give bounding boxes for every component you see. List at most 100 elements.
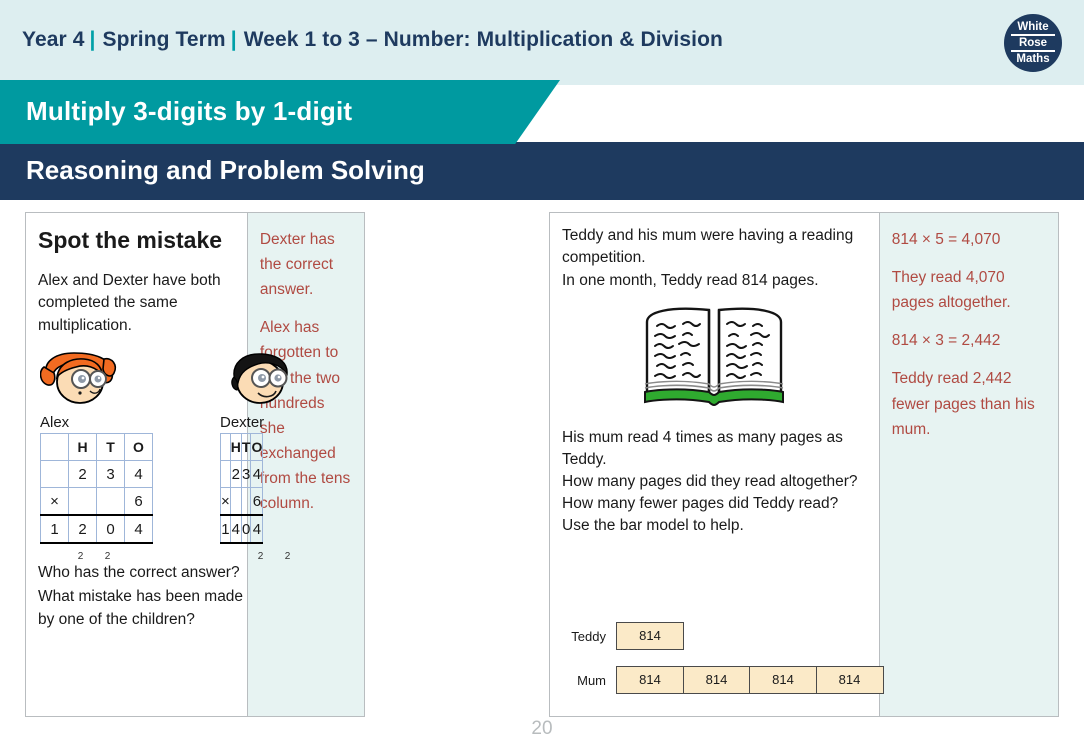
answer-2-paragraph: 814 × 3 = 2,442 <box>891 332 1001 350</box>
bar-label-teddy: Teddy <box>571 628 606 644</box>
header-tens: T <box>240 433 252 462</box>
question-1-title: Spot the mistake <box>38 227 223 253</box>
cell: × <box>40 487 69 516</box>
question-1-footer-line-2: What mistake has been made by one of the… <box>38 587 244 629</box>
breadcrumb-term: Spring Term <box>102 28 226 51</box>
character-name-dexter: Dexter <box>220 414 265 432</box>
cell: 4 <box>229 514 242 545</box>
question-answer-group-1: Spot the mistake Alex and Dexter have bo… <box>25 212 365 717</box>
answer-2-paragraph: Teddy read 2,442 fewer pages than his mu… <box>891 370 1035 438</box>
cell: 2 <box>68 460 97 489</box>
table-row-operator: × 6 <box>220 487 264 516</box>
cell: 2 <box>229 460 242 489</box>
section-title: Reasoning and Problem Solving <box>26 155 425 185</box>
logo-divider <box>1011 34 1055 36</box>
bar-row-teddy: Teddy 814 <box>562 622 882 650</box>
boy-face-glasses-icon <box>231 353 288 405</box>
calculations-area: H T O 2 3 4 × 6 1 2 0 4 2 2 H T O 2 3 4 … <box>38 433 290 573</box>
section-band: Reasoning and Problem Solving <box>0 142 1084 200</box>
carry-digit: 2 <box>257 551 264 563</box>
breadcrumb: Year 4 | Spring Term | Week 1 to 3 – Num… <box>22 28 723 52</box>
bar-model: Teddy 814 Mum 814 814 814 814 <box>562 622 884 694</box>
question-2-intro-1: Teddy and his mum were having a reading … <box>562 227 854 267</box>
bar-segment: 814 <box>749 666 817 694</box>
logo-line-1: White <box>1017 20 1049 33</box>
carry-digit: 2 <box>284 551 291 563</box>
question-1-footer: Who has the correct answer? What mistake… <box>38 561 247 632</box>
question-2-body-3: How many fewer pages did Teddy read? <box>562 495 839 513</box>
cell: 3 <box>240 460 252 489</box>
question-panel-2: Teddy and his mum were having a reading … <box>550 213 884 716</box>
table-row-answer: 1 2 0 4 <box>40 514 153 545</box>
topic-band: Multiply 3-digits by 1-digit <box>0 80 560 144</box>
header-blank <box>220 433 231 462</box>
bar-label-mum: Mum <box>577 672 606 688</box>
white-rose-maths-logo: White Rose Maths <box>1004 14 1062 72</box>
book-illustration <box>562 302 867 419</box>
logo-line-3: Maths <box>1016 52 1050 65</box>
header-hundreds: H <box>229 433 242 462</box>
answer-panel-1: Dexter has the correct answer. Alex has … <box>246 213 364 716</box>
cell: 1 <box>40 514 69 545</box>
bar-segment: 814 <box>682 666 751 694</box>
cell: 3 <box>96 460 125 489</box>
question-2-body-4: Use the bar model to help. <box>562 517 744 535</box>
answer-2-paragraph: 814 × 5 = 4,070 <box>891 231 1001 248</box>
calculation-table-dexter: H T O 2 3 4 × 6 1 4 0 4 <box>220 433 264 545</box>
table-row-number: 2 3 4 <box>220 460 264 489</box>
question-2-body-1: His mum read 4 times as many pages as Te… <box>562 429 843 469</box>
header-ones: O <box>250 433 264 462</box>
cell: 4 <box>124 460 153 489</box>
question-1-footer-line-1: Who has the correct answer? <box>38 564 240 581</box>
header-band: Year 4 | Spring Term | Week 1 to 3 – Num… <box>0 0 1084 85</box>
page-number: 20 <box>531 718 553 739</box>
cell: 6 <box>250 487 264 516</box>
breadcrumb-year: Year 4 <box>22 28 85 51</box>
calculation-table-alex: H T O 2 3 4 × 6 1 2 0 4 <box>40 433 153 545</box>
breadcrumb-separator-1: | <box>89 28 96 51</box>
table-row-answer: 1 4 0 4 <box>220 514 264 545</box>
answer-2-paragraph: They read 4,070 pages altogether. <box>891 269 1011 312</box>
cell: 0 <box>240 514 252 545</box>
table-row-header: H T O <box>40 433 153 462</box>
header-tens: T <box>96 433 125 462</box>
content-area: Spot the mistake Alex and Dexter have bo… <box>0 212 1084 717</box>
table-row-operator: × 6 <box>40 487 153 516</box>
cell <box>96 487 125 516</box>
answer-panel-2: 814 × 5 = 4,070 They read 4,070 pages al… <box>878 213 1058 716</box>
cell: 0 <box>96 514 125 545</box>
cell: 4 <box>250 460 264 489</box>
breadcrumb-week: Week 1 to 3 – Number: Multiplication & D… <box>243 28 723 51</box>
character-row: Alex Dexter <box>38 351 288 432</box>
question-1-intro: Alex and Dexter have both completed the … <box>38 272 221 334</box>
topic-title: Multiply 3-digits by 1-digit <box>26 96 353 126</box>
table-row-header: H T O <box>220 433 264 462</box>
character-name-alex: Alex <box>40 414 70 432</box>
cell: × <box>220 487 231 516</box>
character-alex: Alex <box>39 351 120 432</box>
open-book-icon <box>644 307 785 407</box>
cell <box>220 460 231 489</box>
question-2-intro-2: In one month, Teddy read 814 pages. <box>562 271 819 289</box>
question-answer-group-2: Teddy and his mum were having a reading … <box>549 212 1059 717</box>
bar-row-mum: Mum 814 814 814 814 <box>562 666 884 694</box>
header-hundreds: H <box>68 433 97 462</box>
question-2-body-2: How many pages did they read altogether? <box>562 473 858 491</box>
bar-segment: 814 <box>616 666 684 694</box>
cell: 1 <box>220 514 231 545</box>
breadcrumb-separator-2: | <box>230 28 237 51</box>
cell: 4 <box>250 514 264 545</box>
cell: 4 <box>124 514 153 545</box>
bar-segment: 814 <box>815 666 884 694</box>
cell: 2 <box>68 514 97 545</box>
girl-face-glasses-icon <box>39 352 117 405</box>
header-blank <box>40 433 69 462</box>
character-dexter: Dexter <box>220 351 300 431</box>
cell <box>68 487 97 516</box>
cell <box>229 487 242 516</box>
logo-divider-2 <box>1011 50 1055 52</box>
question-panel-1: Spot the mistake Alex and Dexter have bo… <box>26 213 290 716</box>
header-ones: O <box>124 433 153 462</box>
cell: 6 <box>124 487 153 516</box>
cell <box>40 460 69 489</box>
